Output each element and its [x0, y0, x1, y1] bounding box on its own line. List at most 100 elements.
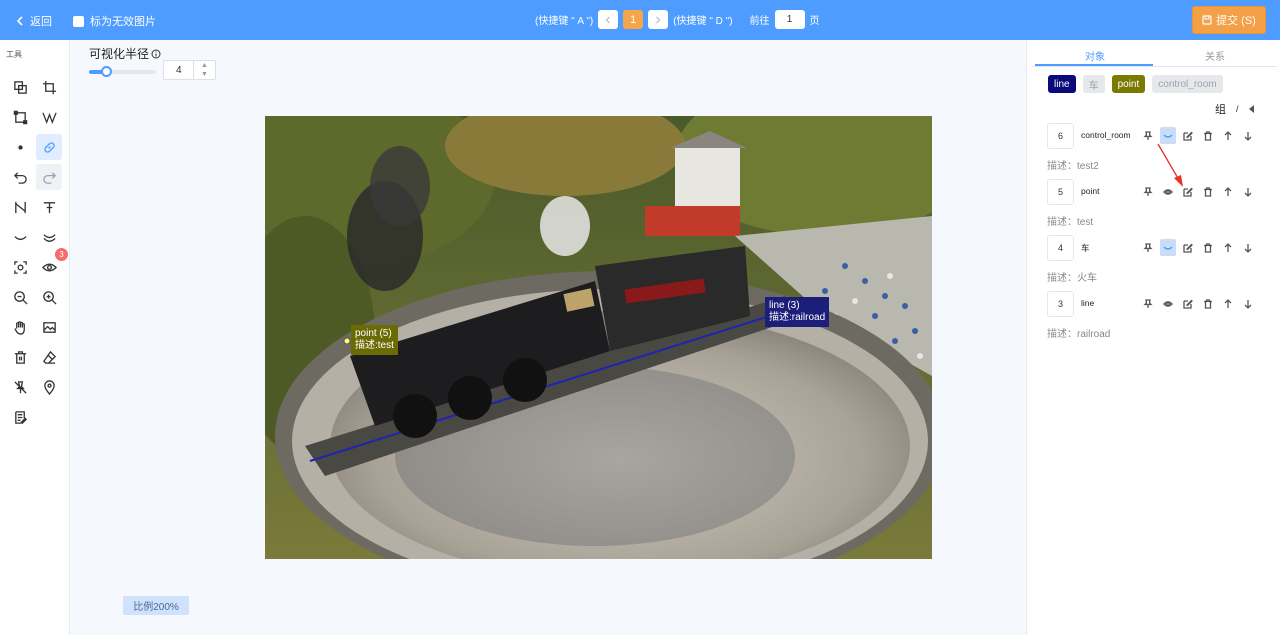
- next-page-button[interactable]: [648, 10, 669, 29]
- object-name: line: [1081, 298, 1095, 308]
- radius-value[interactable]: 4: [176, 65, 182, 76]
- text-tool[interactable]: [36, 194, 62, 220]
- current-page-indicator[interactable]: 1: [623, 10, 644, 29]
- polyline-tool[interactable]: [36, 104, 62, 130]
- radius-slider-handle[interactable]: [100, 66, 112, 77]
- object-id: 4: [1047, 235, 1074, 261]
- text-icon: [43, 201, 55, 213]
- zoom-in-button[interactable]: [36, 284, 62, 310]
- visibility-badge: 3: [55, 248, 68, 261]
- tool-sidebar: 工具 3: [0, 40, 70, 635]
- down-icon[interactable]: [1240, 295, 1256, 312]
- undo-icon: [13, 171, 27, 184]
- mark-invalid-checkbox[interactable]: [73, 15, 84, 27]
- up-icon[interactable]: [1220, 183, 1236, 200]
- submit-label: 提交 (S): [1216, 15, 1256, 27]
- stepper-arrows: ▲ ▼: [193, 61, 215, 79]
- delete-button[interactable]: [7, 344, 33, 370]
- label-chip-2[interactable]: point: [1111, 75, 1146, 93]
- up-icon[interactable]: [1220, 239, 1236, 256]
- top-bar: 返回 标为无效图片 (快捷键 " A ") 1 (快捷键 " D ") 前往 1…: [0, 0, 1280, 40]
- object-id: 3: [1047, 291, 1074, 317]
- up-icon[interactable]: [1220, 295, 1236, 312]
- group-toggle[interactable]: 组: [1215, 101, 1226, 117]
- copy-tool[interactable]: [7, 74, 33, 100]
- eye-icon: [41, 263, 57, 271]
- point-annotation-desc: 描述:test: [355, 340, 394, 351]
- visual-radius-text: 可视化半径: [89, 47, 150, 61]
- prev-page-button[interactable]: [598, 10, 619, 29]
- radius-stepper[interactable]: 4 ▲ ▼: [163, 60, 216, 80]
- curve-tool[interactable]: [7, 224, 33, 250]
- notes-tool[interactable]: [7, 404, 33, 430]
- label-chip-3[interactable]: control_room: [1152, 75, 1223, 93]
- up-icon[interactable]: [1220, 127, 1236, 144]
- eye-icon[interactable]: [1160, 295, 1176, 312]
- object-actions: [1140, 295, 1256, 312]
- label-chip-0[interactable]: line: [1048, 75, 1076, 93]
- label-chip-1[interactable]: 车: [1082, 75, 1105, 93]
- tab-relations[interactable]: 关系: [1155, 48, 1275, 63]
- tab-objects[interactable]: 对象: [1035, 48, 1155, 63]
- pin-glyph: [1143, 130, 1153, 140]
- undo-button[interactable]: [7, 164, 33, 190]
- visual-radius-label: 可视化半径: [89, 45, 161, 62]
- pin-icon[interactable]: [1140, 239, 1156, 256]
- down-glyph: [1244, 243, 1252, 253]
- notes-icon: [14, 410, 27, 424]
- up-glyph: [1224, 242, 1232, 252]
- radius-slider[interactable]: [89, 66, 156, 77]
- point-tool[interactable]: [7, 134, 33, 160]
- objects-panel: 对象 关系 line 车 point control_room 组 / 6 contro…: [1026, 40, 1280, 635]
- redo-button[interactable]: [36, 164, 62, 190]
- object-id: 6: [1047, 123, 1074, 149]
- pan-tool[interactable]: [7, 314, 33, 340]
- down-icon[interactable]: [1240, 239, 1256, 256]
- point-annotation-label[interactable]: point (5) 描述:test: [351, 325, 398, 355]
- crop-tool[interactable]: [36, 74, 62, 100]
- down-icon[interactable]: [1240, 183, 1256, 200]
- line-annotation-desc: 描述:railroad: [769, 312, 826, 323]
- up-glyph: [1224, 130, 1232, 140]
- eraser-icon: [42, 350, 56, 364]
- edit-glyph: [1183, 299, 1193, 309]
- next-shortcut-hint: (快捷键 " D "): [673, 16, 733, 27]
- location-tool[interactable]: [36, 374, 62, 400]
- multi-curve-tool[interactable]: [36, 224, 62, 250]
- image-tool[interactable]: [36, 314, 62, 340]
- focus-tool[interactable]: [7, 254, 33, 280]
- edit-icon[interactable]: [1180, 239, 1196, 256]
- eraser-tool[interactable]: [36, 344, 62, 370]
- rectangle-tool[interactable]: [7, 104, 33, 130]
- curve-icon[interactable]: [1160, 239, 1176, 256]
- trash-icon[interactable]: [1200, 127, 1216, 144]
- focus-icon: [13, 260, 27, 274]
- edit-icon[interactable]: [1180, 295, 1196, 312]
- line-annotation-label[interactable]: line (3) 描述:railroad: [765, 297, 830, 327]
- trash-icon[interactable]: [1200, 183, 1216, 200]
- trash-icon[interactable]: [1200, 239, 1216, 256]
- rectangle-icon: [13, 110, 27, 124]
- dot-icon: [17, 144, 23, 150]
- zoom-out-button[interactable]: [7, 284, 33, 310]
- back-button[interactable]: 返回: [16, 13, 52, 29]
- pin-tool[interactable]: [7, 374, 33, 400]
- visibility-tool[interactable]: 3: [36, 248, 68, 280]
- trash-icon[interactable]: [1200, 295, 1216, 312]
- curve-glyph: [1163, 134, 1173, 138]
- submit-button[interactable]: 提交 (S): [1192, 6, 1266, 34]
- mark-invalid-toggle[interactable]: 标为无效图片: [73, 13, 156, 29]
- decrement-icon[interactable]: ▼: [201, 71, 208, 78]
- object-actions: [1140, 239, 1256, 256]
- link-tool[interactable]: [36, 134, 62, 160]
- split-tool[interactable]: [7, 194, 33, 220]
- hint-arrow: [1157, 143, 1183, 187]
- goto-page-input[interactable]: 1: [774, 10, 805, 29]
- collapse-panel-icon[interactable]: [1248, 105, 1255, 113]
- pin-icon[interactable]: [1140, 295, 1156, 312]
- annotation-canvas[interactable]: point (5) 描述:test line (3) 描述:railroad: [265, 116, 932, 559]
- eye-glyph: [1163, 300, 1173, 307]
- increment-icon[interactable]: ▲: [201, 62, 208, 69]
- down-icon[interactable]: [1240, 127, 1256, 144]
- group-controls: 组 /: [1215, 101, 1255, 117]
